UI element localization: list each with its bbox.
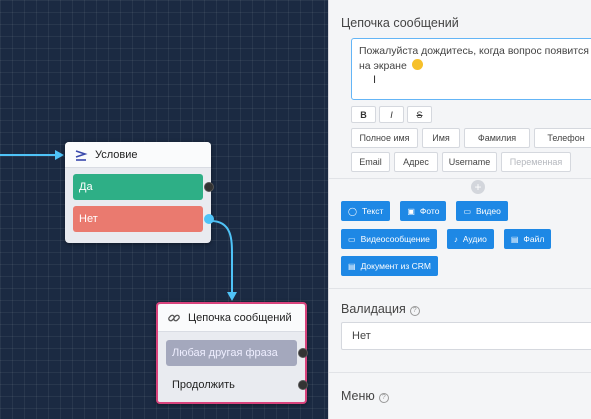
- output-port-any-phrase[interactable]: [298, 348, 308, 358]
- menu-label: Меню: [341, 389, 375, 403]
- condition-node[interactable]: Условие Да Нет: [65, 142, 214, 243]
- wire-no-to-chain: [210, 220, 233, 293]
- variables-row-2: Email Адрес Username Переменная: [351, 152, 571, 172]
- output-port-yes[interactable]: [204, 182, 214, 192]
- wire-arrow-chain: [227, 292, 237, 301]
- validation-label: Валидация: [341, 302, 406, 316]
- var-username-button[interactable]: Username: [442, 152, 497, 172]
- var-full-name-button[interactable]: Полное имя: [351, 128, 418, 148]
- validation-value: Нет: [352, 330, 371, 342]
- condition-icon: [73, 147, 89, 163]
- strikethrough-button[interactable]: S: [407, 106, 432, 123]
- validation-section-title: Валидация?: [341, 302, 420, 316]
- var-phone-button[interactable]: Телефон: [534, 128, 591, 148]
- format-toolbar: B I S: [351, 106, 432, 123]
- image-icon: ▣: [407, 206, 415, 216]
- condition-option-no[interactable]: Нет: [73, 206, 214, 232]
- condition-node-title: Условие: [95, 148, 138, 161]
- chain-node-title: Цепочка сообщений: [188, 311, 292, 324]
- var-custom-button[interactable]: Переменная: [501, 152, 571, 172]
- var-first-name-button[interactable]: Имя: [422, 128, 460, 148]
- add-video-message-button[interactable]: ▭ Видеосообщение: [341, 229, 437, 249]
- text-cursor: I: [373, 74, 377, 86]
- option-label: Нет: [79, 213, 98, 225]
- chain-option-any-phrase[interactable]: Любая другая фраза: [166, 340, 308, 366]
- button-label: Документ из CRM: [360, 261, 431, 271]
- add-text-button[interactable]: ◯ Текст: [341, 201, 391, 221]
- document-icon: ▤: [348, 261, 356, 271]
- output-port-continue[interactable]: [298, 380, 308, 390]
- button-label: Видео: [476, 206, 501, 216]
- var-last-name-button[interactable]: Фамилия: [464, 128, 530, 148]
- add-content-row-3: ▤ Документ из CRM: [341, 256, 438, 276]
- flow-canvas[interactable]: Условие Да Нет Цепочка сообщений Любая д…: [0, 0, 328, 419]
- message-chain-node[interactable]: Цепочка сообщений Любая другая фраза Про…: [156, 302, 308, 404]
- help-icon[interactable]: ?: [378, 393, 389, 403]
- condition-option-yes[interactable]: Да: [73, 174, 214, 200]
- button-label: Фото: [419, 206, 440, 216]
- button-label: Текст: [361, 206, 384, 216]
- option-label: Любая другая фраза: [172, 347, 278, 359]
- option-label: Да: [79, 181, 93, 193]
- add-content-row-1: ◯ Текст ▣ Фото ▭ Видео: [341, 201, 508, 221]
- add-photo-button[interactable]: ▣ Фото: [400, 201, 447, 221]
- message-text-editor[interactable]: Пожалуйста дождитесь, когда вопрос появи…: [351, 38, 591, 100]
- add-file-button[interactable]: ▤ Файл: [503, 229, 552, 249]
- add-crm-document-button[interactable]: ▤ Документ из CRM: [341, 256, 438, 276]
- variables-row-1: Полное имя Имя Фамилия Телефон: [351, 128, 591, 148]
- divider: [329, 178, 591, 179]
- button-label: Файл: [523, 234, 545, 244]
- italic-button[interactable]: I: [379, 106, 404, 123]
- button-label: Аудио: [462, 234, 487, 244]
- smile-emoji-icon: [411, 59, 423, 70]
- menu-section-title: Меню?: [341, 389, 389, 403]
- panel-title: Цепочка сообщений: [341, 16, 459, 30]
- add-content-row-2: ▭ Видеосообщение ♪ Аудио ▤ Файл: [341, 229, 552, 249]
- add-video-button[interactable]: ▭ Видео: [456, 201, 508, 221]
- properties-panel: Цепочка сообщений Пожалуйста дождитесь, …: [328, 0, 591, 419]
- link-icon: [166, 310, 182, 326]
- video-message-icon: ▭: [348, 234, 356, 244]
- var-address-button[interactable]: Адрес: [394, 152, 438, 172]
- add-audio-button[interactable]: ♪ Аудио: [446, 229, 494, 249]
- divider: [329, 372, 591, 373]
- chain-option-continue[interactable]: Продолжить: [166, 372, 308, 398]
- var-email-button[interactable]: Email: [351, 152, 390, 172]
- microphone-icon: ♪: [453, 234, 458, 244]
- validation-select[interactable]: Нет: [341, 322, 591, 350]
- wire-arrow-condition: [55, 150, 64, 160]
- output-port-no[interactable]: [204, 214, 214, 224]
- divider: [329, 288, 591, 289]
- video-icon: ▭: [463, 206, 472, 216]
- chat-icon: ◯: [348, 206, 357, 216]
- help-icon[interactable]: ?: [409, 306, 420, 316]
- add-block-plus-icon[interactable]: +: [471, 180, 485, 194]
- condition-node-header[interactable]: Условие: [65, 142, 211, 168]
- button-label: Видеосообщение: [360, 234, 430, 244]
- bold-button[interactable]: B: [351, 106, 376, 123]
- option-label: Продолжить: [172, 379, 235, 391]
- chain-node-header[interactable]: Цепочка сообщений: [158, 304, 305, 332]
- message-text: Пожалуйста дождитесь, когда вопрос появи…: [359, 45, 589, 72]
- file-icon: ▤: [510, 234, 519, 244]
